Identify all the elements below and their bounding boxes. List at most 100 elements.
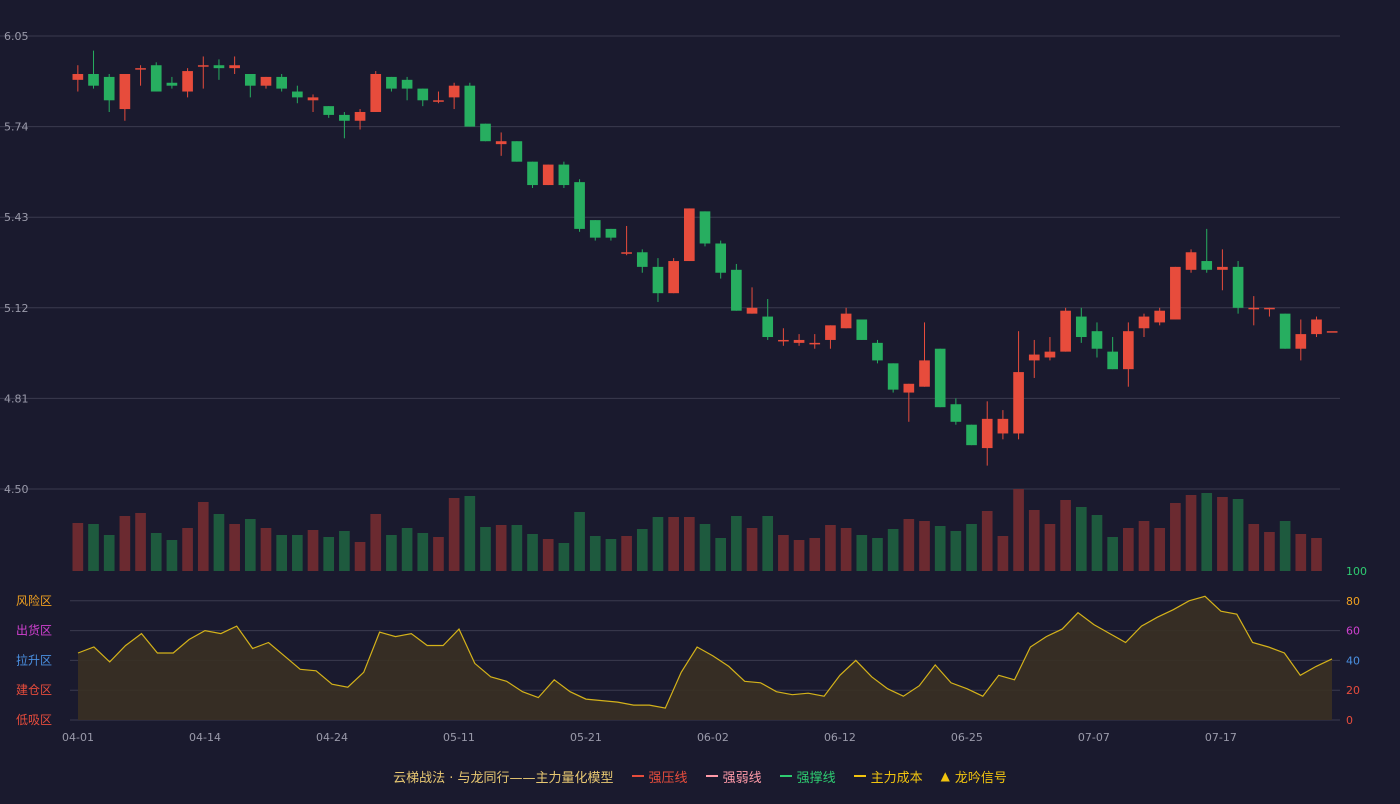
candle-body [1295, 334, 1307, 349]
volume-bar [88, 524, 99, 571]
volume-bar [746, 528, 758, 571]
legend-title: 云梯战法 · 与龙同行——主力量化模型 [393, 770, 614, 786]
candle-body [715, 243, 727, 273]
volume-bar [182, 528, 193, 571]
volume-bar [856, 535, 868, 571]
volume-bar [1154, 528, 1166, 571]
line-swatch-icon [779, 775, 792, 777]
volume-bar [731, 516, 742, 571]
volume-bar [417, 533, 429, 571]
volume-bar [621, 536, 632, 571]
price-tick-label: 5.43 [4, 211, 29, 224]
volume-bar [72, 523, 84, 571]
legend: 云梯战法 · 与龙同行——主力量化模型 强压线 强弱线 强撑线 主力成本 ▲ 龙… [0, 766, 1400, 786]
candle-body [370, 73, 382, 112]
volume-bar [1123, 528, 1134, 571]
candle-body [589, 220, 601, 238]
volume-bar [135, 513, 146, 571]
volume-bar [887, 529, 899, 571]
volume-bar [558, 543, 570, 571]
candle-body [72, 73, 84, 80]
candle-body [1123, 331, 1134, 370]
date-tick-label: 04-24 [316, 731, 348, 744]
zone-label: 风险区 [16, 593, 52, 608]
volume-bar [480, 527, 491, 571]
candle-body [825, 325, 836, 340]
volume-bar [339, 531, 350, 571]
volume-bar [307, 530, 319, 571]
candle-body [307, 97, 319, 101]
volume-bar [511, 525, 523, 571]
candle-body [840, 313, 852, 329]
candle-body [621, 252, 632, 254]
candle-body [1185, 252, 1197, 270]
volume-bar [793, 540, 805, 571]
candle-body [244, 73, 256, 86]
legend-item-main-cost[interactable]: 主力成本 [853, 767, 923, 786]
candle-body [746, 307, 758, 314]
volume-bar [981, 511, 993, 571]
legend-item-dragon-signal[interactable]: ▲ 龙吟信号 [941, 767, 1007, 786]
candle-body [1091, 331, 1103, 349]
candle-body [762, 316, 774, 338]
volume-bar [276, 535, 287, 571]
candle-body [1013, 372, 1024, 434]
candle-body [339, 114, 350, 121]
volume-bar [1217, 497, 1228, 571]
candle-body [1044, 351, 1056, 358]
volume-bar [1279, 521, 1291, 571]
chart-stage: 6.05 5.74 5.43 5.12 4.81 4.50 100 80 60 40 20 0 风险区出… [0, 0, 1400, 800]
zone-label: 拉升区 [16, 652, 52, 667]
candle-body [354, 111, 366, 121]
volume-bar [934, 526, 946, 571]
volume-bar [495, 525, 507, 571]
candle-body [1248, 307, 1260, 310]
candle-body [1028, 354, 1040, 361]
date-tick-label: 07-07 [1078, 731, 1110, 744]
candle-body [150, 65, 162, 92]
volume-bar [683, 517, 695, 571]
volume-bars [72, 489, 1322, 571]
date-tick-label: 06-02 [697, 731, 729, 744]
volume-bar [966, 524, 977, 571]
volume-bar [1091, 515, 1103, 571]
volume-bar [605, 539, 617, 571]
date-tick-label: 04-14 [189, 731, 221, 744]
volume-bar [636, 529, 648, 571]
volume-bar [1248, 524, 1260, 571]
volume-bar [778, 535, 789, 571]
triangle-icon: ▲ [940, 769, 950, 783]
volume-bar [825, 525, 836, 571]
legend-item-strong-pressure[interactable]: 强压线 [631, 767, 688, 786]
volume-bar [762, 516, 774, 571]
candle-body [1060, 310, 1071, 352]
volume-bar [1185, 495, 1197, 571]
candle-body [511, 141, 523, 162]
candle-body [1232, 266, 1244, 308]
volume-bar [433, 537, 444, 571]
volume-bar [950, 531, 962, 571]
price-tick-label: 5.12 [4, 302, 29, 315]
volume-bar [997, 536, 1009, 571]
candle-body [793, 339, 805, 343]
volume-bar [1060, 500, 1071, 571]
candle-body [323, 106, 335, 115]
date-tick-label: 05-11 [443, 731, 475, 744]
volume-bar [715, 538, 727, 571]
candle-body [1279, 313, 1291, 349]
candle-body [652, 266, 664, 294]
volume-bar [448, 498, 460, 571]
dashed-line-swatch-icon [705, 775, 718, 777]
line-swatch-icon [631, 775, 644, 777]
volume-bar [527, 534, 538, 571]
candle-body [574, 182, 585, 229]
candle-body [699, 211, 711, 244]
volume-bar [229, 524, 240, 571]
candle-body [636, 252, 648, 267]
stock-chart-svg: 6.05 5.74 5.43 5.12 4.81 4.50 100 80 60 40 20 0 风险区出… [0, 30, 1367, 744]
legend-item-strength-line[interactable]: 强弱线 [705, 767, 762, 786]
candle-body [1170, 266, 1181, 320]
volume-bar [213, 514, 225, 571]
candle-body [668, 261, 679, 294]
legend-item-strong-support[interactable]: 强撑线 [779, 767, 836, 786]
